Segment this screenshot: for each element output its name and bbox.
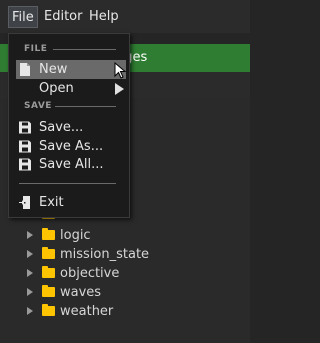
menu-item-save-all-label: Save All...: [39, 157, 104, 172]
exit-door-icon: [19, 196, 30, 209]
folder-icon: [42, 266, 55, 278]
section-divider: [53, 49, 116, 50]
menu-item-new[interactable]: New: [16, 60, 126, 79]
tree-item[interactable]: waves: [0, 284, 250, 302]
section-divider: [55, 106, 116, 107]
menu-bar: File Editor Help: [0, 0, 250, 33]
tree-item[interactable]: weather: [0, 303, 250, 321]
mouse-cursor-icon: [114, 62, 127, 79]
expand-arrow-icon[interactable]: [27, 269, 33, 277]
menu-divider: [19, 183, 116, 184]
menu-file[interactable]: File: [8, 6, 38, 28]
tree-item-label: weather: [60, 304, 114, 319]
menu-item-new-label: New: [39, 62, 68, 77]
tree-item[interactable]: logic: [0, 227, 250, 245]
save-section-label: SAVE: [24, 101, 52, 111]
menu-editor[interactable]: Editor: [42, 6, 84, 28]
tree-item-label: objective: [60, 266, 120, 281]
floppy-disk-icon: [19, 158, 31, 171]
file-section-label: FILE: [24, 44, 48, 54]
menu-item-save-as[interactable]: Save As...: [16, 137, 126, 156]
menu-item-open-label: Open: [39, 81, 74, 96]
tree-item[interactable]: mission_state: [0, 246, 250, 264]
expand-arrow-icon[interactable]: [27, 288, 33, 296]
folder-icon: [42, 304, 55, 316]
menu-item-exit[interactable]: Exit: [16, 193, 126, 212]
tree-item-label: mission_state: [60, 247, 150, 262]
submenu-arrow-icon: [115, 83, 124, 95]
folder-icon: [42, 228, 55, 240]
floppy-disk-icon: [19, 140, 31, 153]
folder-icon: [42, 247, 55, 259]
expand-arrow-icon[interactable]: [27, 231, 33, 239]
menu-item-save-as-label: Save As...: [39, 139, 104, 154]
menu-item-open[interactable]: Open: [16, 79, 126, 98]
tree-item-label: logic: [60, 228, 91, 243]
menu-help[interactable]: Help: [87, 6, 121, 28]
new-file-icon: [20, 63, 30, 76]
expand-arrow-icon[interactable]: [27, 250, 33, 258]
menu-item-save-label: Save...: [39, 120, 84, 135]
tree-item-label: waves: [60, 285, 102, 300]
expand-arrow-icon[interactable]: [27, 307, 33, 315]
tree-item[interactable]: objective: [0, 265, 250, 283]
menu-item-save-all[interactable]: Save All...: [16, 155, 126, 174]
menu-item-save[interactable]: Save...: [16, 118, 126, 137]
file-menu-dropdown: FILE New Open SAVE Save... Save As... Sa…: [8, 33, 130, 218]
floppy-disk-icon: [19, 121, 31, 134]
menu-item-exit-label: Exit: [39, 195, 64, 210]
folder-icon: [42, 285, 55, 297]
